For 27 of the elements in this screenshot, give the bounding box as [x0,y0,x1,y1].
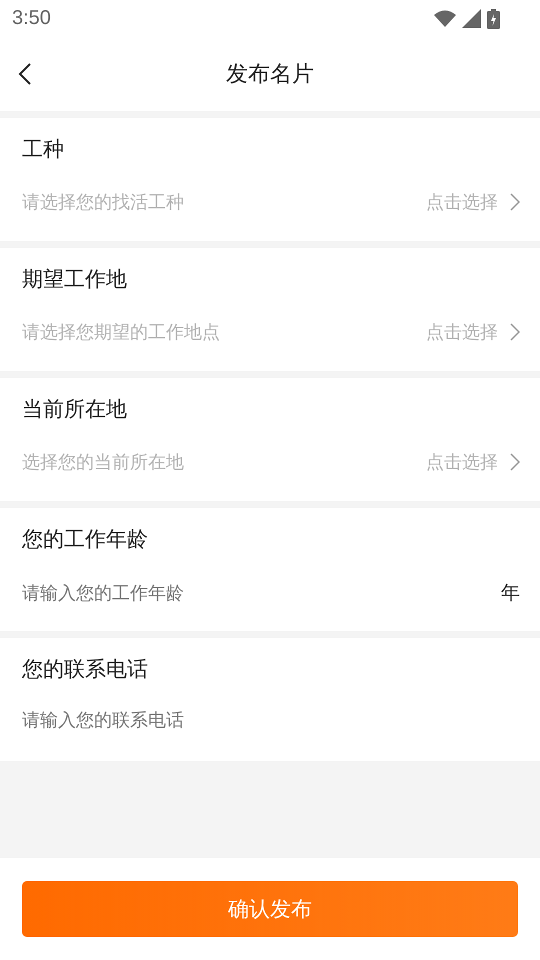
field-label: 您的工作年龄 [22,526,149,553]
submit-button[interactable]: 确认发布 [22,881,518,937]
battery-icon [487,8,500,28]
back-icon [18,62,32,86]
field-label: 您的联系电话 [22,656,149,683]
signal-icon [462,9,481,28]
field-label: 期望工作地 [22,266,128,293]
select-field[interactable]: 请选择您期望的工作地点 点击选择 [22,320,520,344]
chevron-icon [510,453,520,471]
field-label: 当前所在地 [22,396,128,423]
unit-label: 年 [501,581,520,606]
chevron-icon [510,193,520,211]
status-time: 3:50 [12,7,51,30]
select-action: 点击选择 [426,191,498,214]
placeholder-text: 请选择您的找活工种 [22,191,185,214]
wifi-icon [434,10,456,27]
chevron-icon [510,323,520,341]
placeholder-text: 选择您的当前所在地 [22,451,185,474]
input-field[interactable]: 请输入您的联系电话 [22,710,520,731]
page-title: 发布名片 [226,61,314,89]
input-field[interactable]: 请输入您的工作年龄 [22,582,493,604]
select-action: 点击选择 [426,321,498,344]
select-field[interactable]: 选择您的当前所在地 点击选择 [22,450,520,474]
select-action: 点击选择 [426,451,498,474]
select-field[interactable]: 请选择您的找活工种 点击选择 [22,190,520,214]
field-label: 工种 [22,136,65,163]
placeholder-text: 请选择您期望的工作地点 [22,321,221,344]
